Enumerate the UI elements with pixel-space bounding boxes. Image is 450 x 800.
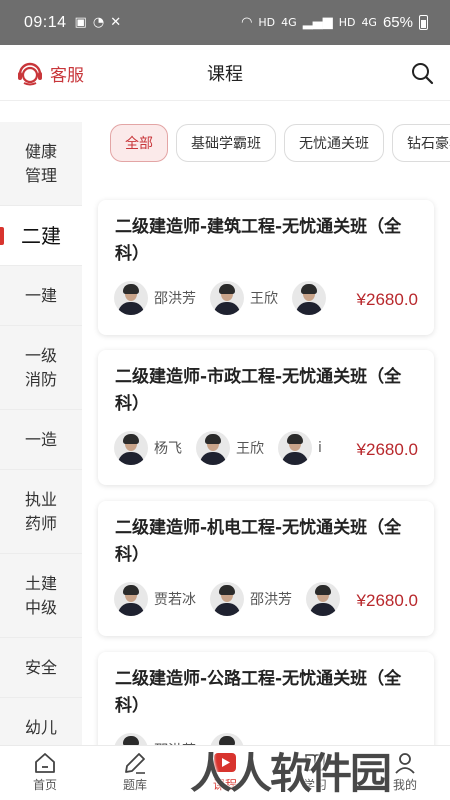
sidebar-item-safety[interactable]: 安全 [0, 638, 82, 698]
teacher-avatar [306, 582, 340, 616]
teacher-name: 杨飞 [154, 441, 182, 457]
filter-chip-all[interactable]: 全部 [110, 124, 168, 162]
course-price: ¥2680.0 [356, 290, 418, 309]
sidebar-item-fire-protection[interactable]: 一级消防 [0, 326, 82, 410]
teacher-avatar [210, 281, 244, 315]
teacher: 贾若冰 [114, 581, 196, 617]
teacher-avatar [210, 582, 244, 616]
teacher: i [278, 430, 322, 466]
sidebar-item-label: 二建 [21, 223, 61, 248]
home-icon [35, 753, 55, 773]
teacher-name: 王欣 [250, 291, 278, 307]
nav-label: 首页 [32, 778, 57, 792]
sidebar-item-label: 一造 [24, 429, 57, 449]
nav-label: 学习 [302, 778, 327, 792]
teacher [292, 280, 332, 316]
teacher-avatar [114, 281, 148, 315]
sidebar-item-label: 执业药师 [24, 489, 57, 533]
teacher-avatar [196, 431, 230, 465]
teacher-avatar [292, 281, 326, 315]
alarm-icon: ◔ [92, 15, 105, 30]
teacher-name: 王欣 [236, 441, 264, 457]
signal-icon: ▂▄▆ [302, 15, 333, 30]
notification-icon: ▣ [74, 15, 87, 30]
filter-chip-pass[interactable]: 无忧通关班 [284, 124, 384, 162]
course-title: 二级建造师-公路工程-无忧通关班（全科） [115, 669, 402, 716]
course-title: 二级建造师-市政工程-无忧通关班（全科） [115, 367, 402, 414]
filter-chips: 全部 基础学霸班 无忧通关班 钻石豪华 [110, 124, 450, 162]
nav-courses[interactable]: 课程 [180, 746, 270, 800]
hd-label-2: HD [338, 16, 356, 29]
teacher-avatar [114, 582, 148, 616]
nav-label: 题库 [122, 778, 147, 792]
teacher-name: i [318, 440, 322, 456]
teacher: 王欣 [196, 430, 264, 466]
pencil-icon [125, 753, 145, 774]
teacher-name: 邵洪芳 [154, 291, 196, 307]
nav-label: 课程 [212, 778, 237, 792]
teacher-avatar [114, 431, 148, 465]
status-bar: 09:14 ▣ ◔ ✕ ◠ HD 4G ▂▄▆ HD 4G 65% [0, 0, 450, 45]
teacher-list: 杨飞 王欣 i [114, 430, 350, 466]
teacher-name: 贾若冰 [154, 592, 196, 608]
sidebar-item-label: 一建 [24, 285, 57, 305]
teacher-avatar [278, 431, 312, 465]
teacher: 王欣 [210, 280, 278, 316]
teacher-name: 邵洪芳 [250, 592, 292, 608]
course-title: 二级建造师-机电工程-无忧通关班（全科） [115, 518, 402, 565]
sidebar-item-label: 土建中级 [24, 573, 57, 617]
nav-home[interactable]: 首页 [0, 746, 90, 800]
nav-question-bank[interactable]: 题库 [90, 746, 180, 800]
network-label-2: 4G [361, 16, 377, 29]
battery-icon [419, 15, 428, 30]
page-title: 课程 [207, 63, 243, 85]
course-title: 二级建造师-建筑工程-无忧通关班（全科） [115, 217, 402, 264]
app-header: 客服 课程 [0, 45, 450, 101]
battery-percent: 65% [382, 14, 413, 31]
status-time: 09:14 [24, 13, 67, 31]
course-card[interactable]: 二级建造师-建筑工程-无忧通关班（全科） 邵洪芳 王欣 ¥2680.0 [98, 200, 434, 335]
sidebar-item-health-management[interactable]: 健康管理 [0, 122, 82, 206]
nav-study[interactable]: 学习 [270, 746, 360, 800]
sidebar-item-yizao[interactable]: 一造 [0, 410, 82, 470]
search-icon[interactable] [410, 61, 434, 85]
course-price: ¥2680.0 [356, 440, 418, 459]
sidebar-item-civil-intermediate[interactable]: 土建中级 [0, 554, 82, 638]
sidebar-item-label: 健康管理 [24, 141, 57, 185]
teacher: 邵洪芳 [210, 581, 292, 617]
mute-icon: ✕ [110, 15, 122, 30]
user-icon [395, 753, 415, 774]
wifi-icon: ◠ [241, 15, 253, 30]
network-label: 4G [281, 16, 297, 29]
category-sidebar: 健康管理 二建 一建 一级消防 一造 执业药师 土建中级 安全 幼儿 [0, 122, 82, 750]
teacher-list: 贾若冰 邵洪芳 [114, 581, 350, 617]
teacher [306, 581, 346, 617]
sidebar-item-erjian[interactable]: 二建 [0, 206, 82, 266]
sidebar-item-label: 一级消防 [24, 345, 57, 389]
book-icon [305, 754, 325, 773]
filter-chip-diamond[interactable]: 钻石豪华 [392, 124, 450, 162]
sidebar-item-preschool[interactable]: 幼儿 [0, 698, 82, 750]
bottom-nav: 首页 题库 课程 学习 我的 [0, 745, 450, 800]
sidebar-item-label: 幼儿 [24, 717, 57, 737]
course-card[interactable]: 二级建造师-机电工程-无忧通关班（全科） 贾若冰 邵洪芳 ¥2680.0 [98, 501, 434, 636]
course-card[interactable]: 二级建造师-市政工程-无忧通关班（全科） 杨飞 王欣 i ¥2680.0 [98, 350, 434, 485]
nav-profile[interactable]: 我的 [360, 746, 450, 800]
filter-chip-basic[interactable]: 基础学霸班 [176, 124, 276, 162]
teacher: 杨飞 [114, 430, 182, 466]
sidebar-item-label: 安全 [24, 657, 57, 677]
nav-label: 我的 [392, 778, 417, 792]
sidebar-item-pharmacist[interactable]: 执业药师 [0, 470, 82, 554]
teacher: 邵洪芳 [114, 280, 196, 316]
play-icon [214, 753, 236, 772]
teacher-list: 邵洪芳 王欣 [114, 280, 350, 316]
hd-label: HD [258, 16, 276, 29]
sidebar-item-yijian[interactable]: 一建 [0, 266, 82, 326]
course-price: ¥2680.0 [356, 591, 418, 610]
